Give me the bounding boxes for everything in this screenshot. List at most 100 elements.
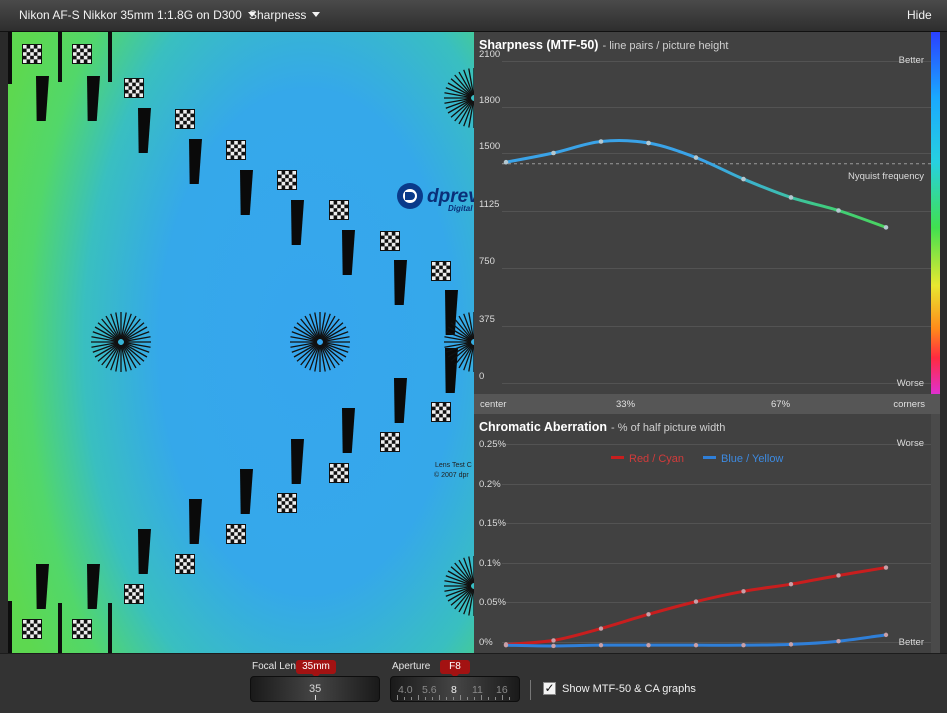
show-graphs-checkbox[interactable]: ✓ [543, 682, 556, 695]
wedge-target [87, 76, 100, 121]
control-divider [530, 680, 531, 700]
siemens-star [444, 556, 474, 616]
aperture-tick [495, 697, 496, 700]
sharpness-plot [502, 139, 931, 230]
pos-label-center: center [480, 399, 507, 410]
wedge-target [394, 260, 407, 305]
sharpness-point [503, 159, 509, 165]
checker-target [329, 463, 349, 483]
sharpness-line [505, 139, 887, 229]
focal-length-value: 35 [309, 683, 322, 695]
top-bar: Nikon AF-S Nikkor 35mm 1:1.8G on D300 Sh… [0, 0, 947, 32]
wedge-target [189, 499, 202, 544]
chart-caption-line2: © 2007 dpr [434, 471, 469, 479]
aperture-tick [418, 695, 419, 700]
sharpness-point [693, 155, 699, 160]
mode-dropdown-label: Sharpness [249, 8, 307, 22]
wedge-target [291, 200, 304, 245]
wedge-target [445, 290, 458, 335]
ca-side-strip [931, 414, 940, 653]
ca-series-point [788, 642, 794, 647]
wedge-target [36, 76, 49, 121]
sharpness-point [883, 225, 889, 230]
aperture-tick [439, 695, 440, 700]
ca-series-point [741, 589, 746, 594]
sharpness-point [598, 139, 604, 144]
aperture-tick [404, 697, 405, 700]
chevron-down-icon [312, 12, 321, 17]
aperture-tick [488, 697, 489, 700]
ca-series-point [693, 599, 699, 604]
ca-series-point [551, 638, 556, 643]
ca-series-point [836, 639, 841, 644]
test-chart-targets [8, 32, 474, 653]
lens-dropdown[interactable]: Nikon AF-S Nikkor 35mm 1:1.8G on D300 [19, 8, 256, 22]
ca-series-point [598, 626, 604, 631]
aperture-tick [397, 695, 398, 700]
wedge-target [87, 564, 100, 609]
checker-target [226, 140, 246, 160]
sharpness-point [788, 195, 794, 200]
sharpness-point [836, 208, 841, 213]
checker-target [72, 44, 92, 64]
focal-length-label: Focal Len. [252, 661, 299, 672]
wedge-target [291, 439, 304, 484]
aperture-tick [502, 695, 503, 700]
checker-target [380, 432, 400, 452]
lens-dropdown-label: Nikon AF-S Nikkor 35mm 1:1.8G on D300 [19, 8, 242, 22]
focal-length-slider[interactable]: 35 [250, 676, 380, 702]
aperture-stop[interactable]: 5.6 [422, 684, 437, 696]
ca-series-point [836, 573, 841, 578]
wedge-target [240, 170, 253, 215]
ca-series-point [788, 581, 794, 587]
test-chart-image: dprev Digital Lens Test C © 2007 dpr [8, 32, 474, 653]
aperture-stop[interactable]: 8 [451, 684, 457, 696]
aperture-tick [425, 697, 426, 700]
test-chart-drawing: dprev Digital Lens Test C © 2007 dpr [8, 32, 474, 653]
checker-target [226, 524, 246, 544]
hide-button[interactable]: Hide [907, 8, 932, 22]
siemens-star [91, 312, 151, 372]
ca-series-point [646, 612, 651, 617]
focal-length-badge: 35mm [296, 660, 336, 678]
ca-series-point [551, 643, 556, 649]
wedge-target [342, 408, 355, 453]
aperture-tick [432, 697, 433, 700]
sharpness-point [741, 176, 746, 182]
sharpness-point [646, 140, 651, 146]
ca-panel: Chromatic Aberration - % of half picture … [474, 414, 931, 653]
checker-target [380, 231, 400, 251]
pos-label-corners: corners [893, 399, 925, 410]
ca-series-point [503, 642, 509, 648]
aperture-tick [460, 695, 461, 700]
ca-series-group [503, 565, 889, 649]
siemens-star [290, 312, 350, 372]
ca-series-line [505, 566, 887, 646]
aperture-slider[interactable]: 4.0 5.6 8 11 16 [390, 676, 520, 702]
mode-dropdown[interactable]: Sharpness [249, 8, 321, 22]
checker-target [22, 619, 42, 639]
aperture-tick [453, 697, 454, 700]
checker-target [431, 261, 451, 281]
aperture-tick [467, 697, 468, 700]
aperture-label: Aperture [392, 661, 431, 672]
wedge-target [342, 230, 355, 275]
sharpness-point [551, 150, 556, 156]
wedge-target [138, 529, 151, 574]
sharpness-color-scale [931, 32, 940, 394]
ca-series-point [741, 642, 746, 648]
sharpness-panel: Sharpness (MTF-50) - line pairs / picture… [474, 32, 931, 394]
show-graphs-label[interactable]: Show MTF-50 & CA graphs [562, 683, 696, 695]
checker-target [124, 584, 144, 604]
focal-length-thumb[interactable] [315, 695, 316, 700]
aperture-stop[interactable]: 4.0 [398, 684, 413, 696]
aperture-badge: F8 [440, 660, 470, 678]
aperture-tick [446, 697, 447, 700]
wedge-target [36, 564, 49, 609]
wedge-target [189, 139, 202, 184]
aperture-tick [509, 697, 510, 700]
siemens-star [444, 68, 474, 128]
checker-target [277, 493, 297, 513]
checker-target [175, 554, 195, 574]
logo-subtext: Digital [448, 204, 473, 213]
